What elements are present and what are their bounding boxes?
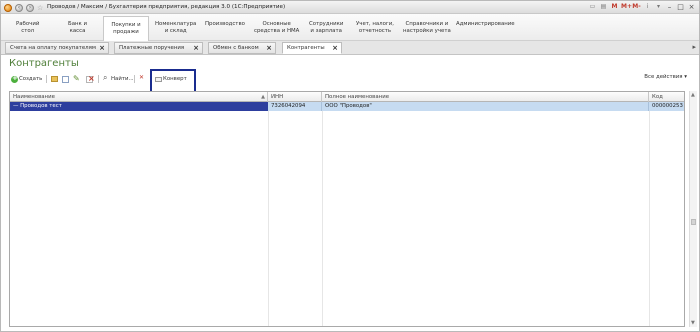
memory-m-plus-button[interactable]: M+	[621, 3, 632, 11]
table-row[interactable]: — Проводов тест 7326042094 ООО "Проводов…	[10, 102, 684, 111]
close-tab-icon[interactable]: ×	[332, 43, 338, 53]
toolbar-divider	[46, 75, 47, 83]
title-bar-right-tools: ▭ ▤ M M+ M- i ▾ – □ ×	[588, 3, 696, 11]
minimize-icon[interactable]: –	[665, 3, 674, 11]
scroll-up-icon[interactable]: ▲	[691, 92, 695, 98]
section-administration[interactable]: Администрирование	[456, 21, 515, 28]
column-header-code[interactable]: Код	[649, 92, 684, 102]
section-taxes-reports[interactable]: Учет, налоги, отчетность	[356, 21, 394, 34]
sort-asc-icon: ▲	[261, 94, 265, 100]
section-production[interactable]: Производство	[205, 21, 245, 28]
tabs-scroll-icon[interactable]: ▸	[692, 43, 696, 51]
pencil-icon	[73, 74, 80, 83]
cell-code[interactable]: 000000253	[649, 102, 684, 111]
section-references-settings[interactable]: Справочники и настройки учета	[403, 21, 451, 34]
open-windows-bar: Счета на оплату покупателям × Платежные …	[1, 41, 699, 55]
title-bar-icons: ‹ › ☆	[4, 3, 43, 12]
create-group-button[interactable]	[51, 74, 59, 84]
table-header: Наименование ▲ ИНН Полное наименование К…	[10, 92, 684, 102]
forward-icon[interactable]: ›	[26, 3, 34, 12]
memory-m-minus-button[interactable]: M-	[632, 3, 641, 11]
column-header-inn[interactable]: ИНН	[268, 92, 322, 102]
cancel-search-button[interactable]	[139, 74, 147, 84]
close-tab-icon[interactable]: ×	[266, 43, 272, 53]
tab-invoices[interactable]: Счета на оплату покупателям ×	[5, 42, 109, 54]
column-header-name[interactable]: Наименование ▲	[10, 92, 268, 102]
find-button[interactable]: Найти...	[103, 73, 134, 84]
maximize-icon[interactable]: □	[676, 3, 685, 11]
delete-icon	[86, 74, 95, 83]
scroll-down-icon[interactable]: ▼	[691, 320, 695, 326]
scroll-thumb[interactable]	[691, 219, 696, 225]
cell-inn[interactable]: 7326042094	[268, 102, 322, 111]
toolbar-divider	[98, 75, 99, 83]
chevron-down-icon: ▾	[684, 74, 687, 80]
edit-button[interactable]	[73, 74, 81, 84]
sections-panel: Рабочий стол Банк и касса Покупки и продажи…	[1, 14, 699, 42]
column-divider	[649, 102, 650, 326]
section-nomenclature[interactable]: Номенклатура и склад	[155, 21, 196, 34]
column-divider	[322, 102, 323, 326]
copy-button[interactable]	[62, 74, 70, 84]
all-actions-menu[interactable]: Все действия ▾	[644, 74, 687, 80]
cell-full-name[interactable]: ООО "Проводов"	[322, 102, 649, 111]
section-bank[interactable]: Банк и касса	[68, 21, 87, 34]
tab-counterparties[interactable]: Контрагенты ×	[282, 42, 342, 54]
app-window: ‹ › ☆ Проводов / Максим / Бухгалтерия пр…	[0, 0, 700, 332]
info-icon[interactable]: i	[643, 3, 652, 11]
section-staff-salary[interactable]: Сотрудники и зарплата	[309, 21, 343, 34]
cell-name[interactable]: — Проводов тест	[10, 102, 268, 111]
back-icon[interactable]: ‹	[15, 3, 23, 12]
counterparties-table: Наименование ▲ ИНН Полное наименование К…	[9, 91, 685, 327]
toolbar-divider	[134, 75, 135, 83]
menu-arrow-icon[interactable]: ▾	[654, 3, 663, 11]
tab-payment-orders[interactable]: Платежные поручения ×	[114, 42, 203, 54]
form-toolbar: Создать Найти... Конверт Все действия	[9, 73, 693, 86]
section-fixed-assets[interactable]: Основные средства и НМА	[254, 21, 299, 34]
title-bar: ‹ › ☆ Проводов / Максим / Бухгалтерия пр…	[1, 1, 699, 14]
close-tab-icon[interactable]: ×	[193, 43, 199, 53]
tab-bank-exchange[interactable]: Обмен с банком ×	[208, 42, 276, 54]
section-purchases-sales[interactable]: Покупки и продажи	[103, 16, 149, 42]
create-icon	[11, 74, 18, 83]
history-icon[interactable]: ▤	[599, 3, 608, 11]
cancel-search-icon	[139, 74, 146, 83]
search-icon	[103, 73, 110, 83]
close-icon[interactable]: ×	[687, 3, 696, 11]
favorites-star-icon[interactable]: ☆	[37, 4, 43, 12]
bookmark-icon[interactable]: ▭	[588, 3, 597, 11]
folder-icon	[51, 76, 58, 82]
copy-icon	[62, 75, 69, 83]
create-button[interactable]: Создать	[11, 74, 42, 84]
close-tab-icon[interactable]: ×	[99, 43, 105, 53]
section-desktop[interactable]: Рабочий стол	[16, 21, 39, 34]
memory-m-button[interactable]: M	[610, 3, 619, 11]
1c-logo-icon[interactable]	[4, 3, 12, 12]
delete-button[interactable]	[86, 74, 95, 84]
column-header-full-name[interactable]: Полное наименование	[322, 92, 649, 102]
window-title: Проводов / Максим / Бухгалтерия предприя…	[47, 4, 286, 10]
page-title: Контрагенты	[9, 58, 79, 69]
column-divider	[268, 102, 269, 326]
vertical-scrollbar[interactable]: ▲ ▼	[689, 91, 697, 327]
